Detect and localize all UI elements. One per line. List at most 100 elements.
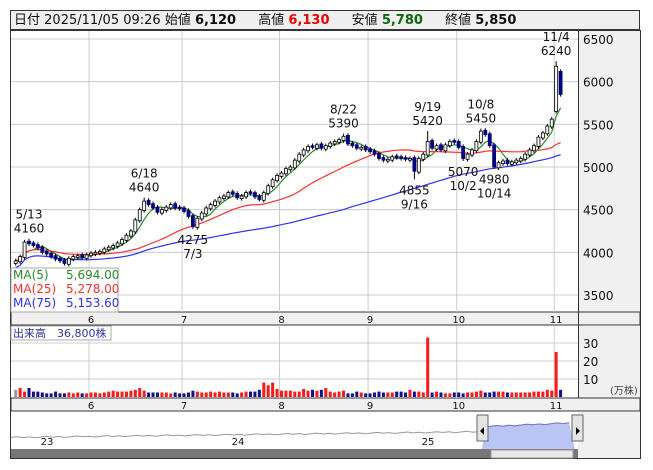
volume-bar [350,393,354,397]
volume-bar [342,390,346,397]
volume-bar [302,388,306,397]
volume-bar [62,393,66,397]
candle [31,242,36,246]
volume-bar [178,393,182,397]
volume-bar [541,391,545,397]
candle [288,166,293,170]
volume-bar [262,382,266,397]
stock-chart[interactable]: 5/134160 6/184640 42757/3 8/225390 48559/16 9… [0,0,653,470]
volume-bar [435,391,439,397]
candle [102,248,107,253]
candle [266,185,271,194]
volume-bar [58,393,62,397]
candle [186,210,191,217]
candle [518,158,523,162]
price-tick-label: 5500 [583,118,614,132]
candle [439,144,443,151]
volume-bar [373,392,377,397]
volume-bar [311,389,315,397]
volume-bar [14,389,18,397]
candle [182,207,186,212]
navigator-side [578,412,640,458]
navigator-right-handle[interactable] [571,414,584,442]
candle [279,172,284,177]
candle [297,153,302,162]
candle [137,209,142,222]
low-annotation-value: 4275 [178,233,209,247]
volume-bar [328,391,332,397]
candle [111,245,116,249]
month-label: 9 [367,401,373,412]
candle [341,135,346,141]
volume-bar [514,392,518,397]
volume-bar [36,391,40,397]
volume-bar [483,392,487,397]
candle [208,204,213,210]
candle [421,153,426,160]
volume-bar [333,392,337,397]
high-annotation-value: 5390 [328,117,359,131]
low-annotation-value: 4855 [399,183,430,197]
volume-bar [54,391,58,397]
high-annotation-date: 10/8 [467,98,494,112]
volume-bar [319,389,323,397]
candle [385,158,390,162]
volume-bar [306,390,310,397]
volume-unit-label: (万株) [610,384,638,397]
volume-bar [412,391,416,397]
candle [22,241,27,258]
navigator-left-handle[interactable] [476,414,489,442]
candle [478,130,483,143]
candle [248,191,253,194]
volume-bar [209,391,213,397]
high-annotation-date: 11/4 [543,30,570,44]
volume-bar [200,392,204,397]
candle [301,149,306,156]
volume-bar [381,392,385,397]
volume-bar [474,391,478,397]
volume-bar [186,392,190,397]
candle [146,199,151,205]
volume-bar [67,392,71,397]
low-annotation-date: 10/14 [477,187,512,201]
volume-bar [217,391,221,397]
candle [66,257,71,265]
volume-bar [417,391,421,397]
candle [97,251,102,254]
date-axis-top [10,311,641,326]
candle [222,195,226,199]
month-label: 6 [88,401,94,412]
volume-bar [368,393,372,397]
volume-bar [346,393,350,397]
candle [164,206,169,211]
candle [496,162,501,169]
candle [275,175,279,182]
candle [40,246,45,253]
volume-bar [528,392,532,397]
ma-legend-value: 5,153.60 [66,296,119,310]
volume-bar [399,391,403,397]
candle [346,135,350,145]
volume-bar [173,392,177,397]
volume-bar [395,391,399,397]
navigator-scrollbar-thumb[interactable] [490,449,574,459]
candle [416,158,421,173]
navigator-selection[interactable] [482,422,575,449]
candle [363,146,368,151]
volume-bar [488,392,492,397]
volume-bar [169,393,173,397]
volume-bar [452,392,456,397]
volume-bar [550,390,554,397]
volume-bar [501,391,505,397]
candle [75,255,80,258]
volume-bar [18,388,22,397]
volume-bar [76,392,80,397]
volume-bar [284,390,288,397]
candle [284,168,288,175]
volume-bar [457,392,461,397]
candle [372,150,377,155]
candle [443,144,448,152]
volume-bar [266,385,270,397]
candle [523,153,528,160]
candle [124,234,129,241]
